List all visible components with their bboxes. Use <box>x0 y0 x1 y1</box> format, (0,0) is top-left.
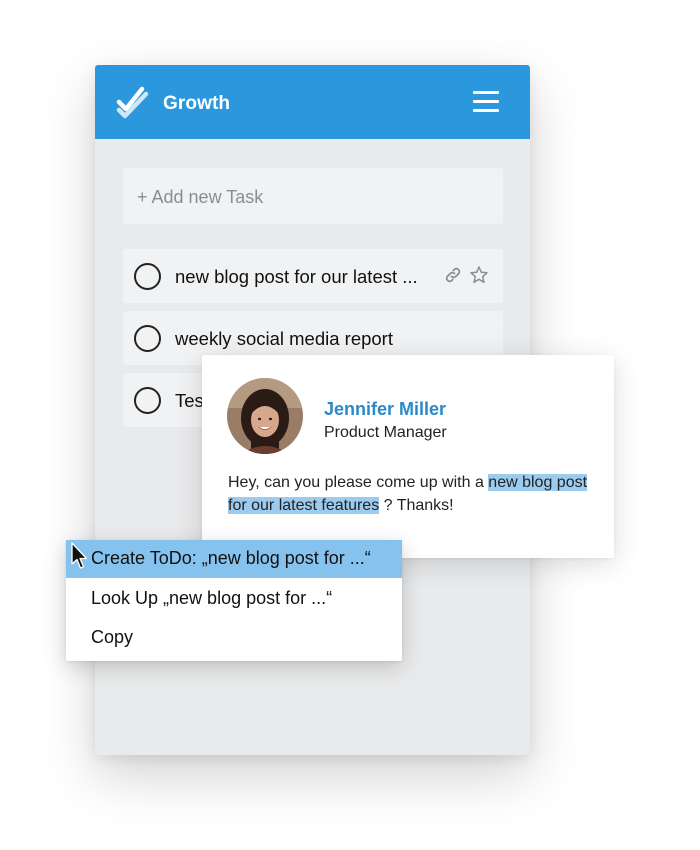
task-checkbox[interactable] <box>134 263 161 290</box>
context-menu: Create ToDo: „new blog post for ...“ Loo… <box>66 540 402 661</box>
task-label: Tes <box>175 390 204 411</box>
stage: Growth + Add new Task new blog post for … <box>0 0 700 850</box>
sender-role: Product Manager <box>324 424 447 441</box>
message-text: Hey, can you please come up with a new b… <box>228 471 588 517</box>
message-text-start: Hey, can you please come up with a <box>228 474 489 491</box>
task-item[interactable]: new blog post for our latest ... <box>123 249 503 303</box>
task-checkbox[interactable] <box>134 387 161 414</box>
add-task-input[interactable]: + Add new Task <box>123 168 503 224</box>
message-card: Jennifer Miller Product Manager Hey, can… <box>202 355 614 558</box>
avatar[interactable] <box>227 378 303 454</box>
hamburger-icon[interactable] <box>473 91 501 113</box>
app-header: Growth <box>95 65 530 139</box>
task-actions <box>443 265 489 285</box>
message-text-end: ? Thanks! <box>379 497 454 514</box>
double-check-icon <box>116 86 149 119</box>
star-icon[interactable] <box>469 265 489 285</box>
task-label: weekly social media report <box>175 328 393 349</box>
menu-item-look-up[interactable]: Look Up „new blog post for ...“ <box>66 580 402 618</box>
link-icon[interactable] <box>443 265 463 285</box>
sender-name[interactable]: Jennifer Miller <box>324 399 446 420</box>
menu-item-create-todo[interactable]: Create ToDo: „new blog post for ...“ <box>66 540 402 578</box>
menu-item-copy[interactable]: Copy <box>66 619 402 657</box>
app-title: Growth <box>163 93 231 114</box>
task-label: new blog post for our latest ... <box>175 266 418 287</box>
task-checkbox[interactable] <box>134 325 161 352</box>
